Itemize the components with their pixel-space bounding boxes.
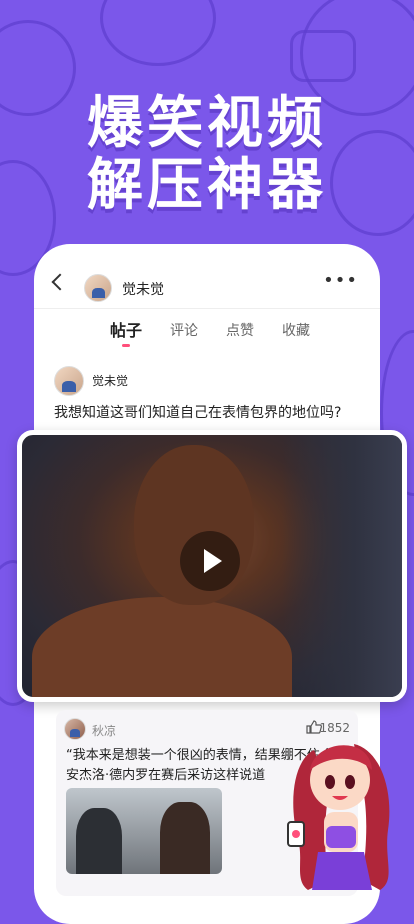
video-subject-body bbox=[32, 597, 292, 697]
video-player[interactable] bbox=[17, 430, 407, 702]
comment-avatar[interactable] bbox=[64, 718, 86, 740]
avatar[interactable] bbox=[84, 274, 112, 302]
play-icon[interactable] bbox=[180, 531, 240, 591]
comment-image[interactable] bbox=[66, 788, 222, 874]
comment-author[interactable]: 秋凉 bbox=[92, 722, 116, 739]
doodle bbox=[290, 30, 356, 82]
cartoon-girl-illustration bbox=[287, 744, 390, 890]
more-icon[interactable]: ••• bbox=[323, 272, 358, 290]
tab-favorites[interactable]: 收藏 bbox=[282, 309, 310, 353]
photo-person bbox=[160, 802, 210, 874]
tab-posts[interactable]: 帖子 bbox=[110, 309, 142, 353]
video-background bbox=[282, 435, 402, 697]
photo-person bbox=[76, 808, 122, 874]
top-bar: 觉未觉 ••• bbox=[34, 244, 380, 308]
post-author-avatar[interactable] bbox=[54, 366, 84, 396]
back-icon[interactable] bbox=[51, 273, 69, 291]
doodle bbox=[100, 0, 216, 66]
headline-line2: 解压神器 bbox=[87, 153, 327, 218]
post-text[interactable]: 我想知道这哥们知道自己在表情包界的地位吗? bbox=[54, 402, 341, 422]
tab-likes[interactable]: 点赞 bbox=[226, 309, 254, 353]
tab-comments[interactable]: 评论 bbox=[170, 309, 198, 353]
header-username: 觉未觉 bbox=[122, 282, 164, 298]
post-author-name[interactable]: 觉未觉 bbox=[92, 372, 128, 389]
tab-bar: 帖子 评论 点赞 收藏 bbox=[34, 309, 380, 353]
